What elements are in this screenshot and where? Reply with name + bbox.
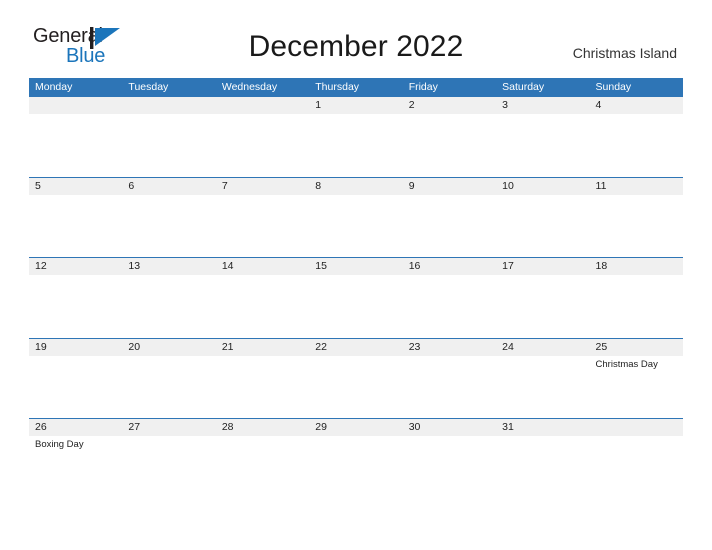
day-number: 20 bbox=[128, 340, 141, 353]
calendar-grid: Monday Tuesday Wednesday Thursday Friday… bbox=[29, 78, 683, 499]
calendar-day-cell[interactable]: 26 Boxing Day bbox=[29, 419, 122, 499]
calendar-day-cell[interactable]: 22 bbox=[309, 339, 402, 419]
day-number: 4 bbox=[595, 99, 602, 111]
calendar-day-cell[interactable]: 13 bbox=[122, 258, 215, 338]
calendar-day-cell[interactable]: 27 bbox=[122, 419, 215, 499]
calendar-day-cell[interactable]: 15 bbox=[309, 258, 402, 338]
calendar-day-cell[interactable] bbox=[216, 97, 309, 177]
calendar-day-cell[interactable]: 1 bbox=[309, 97, 402, 177]
calendar-page: General Blue December 2022 Christmas Isl… bbox=[0, 0, 712, 550]
day-number: 14 bbox=[221, 260, 234, 272]
calendar-week-row: 12 13 14 15 16 17 18 bbox=[29, 257, 683, 338]
calendar-day-cell[interactable]: 17 bbox=[496, 258, 589, 338]
calendar-week-row: 5 6 7 8 9 10 11 bbox=[29, 176, 683, 258]
calendar-week-row: 1 2 3 4 bbox=[29, 96, 683, 177]
calendar-week-row: 26 Boxing Day 27 28 29 30 31 bbox=[29, 418, 683, 499]
day-number: 6 bbox=[128, 179, 135, 192]
day-number: 1 bbox=[315, 99, 322, 111]
day-event-label: Boxing Day bbox=[35, 439, 84, 450]
weekday-header-sunday: Sunday bbox=[595, 81, 632, 93]
weekday-header-thursday: Thursday bbox=[315, 81, 360, 93]
day-number: 15 bbox=[315, 260, 327, 272]
week-days: 5 6 7 8 9 10 11 bbox=[29, 178, 683, 258]
day-number: 19 bbox=[35, 340, 47, 353]
week-days: 26 Boxing Day 27 28 29 30 31 bbox=[29, 419, 683, 499]
page-header: General Blue December 2022 Christmas Isl… bbox=[0, 0, 712, 66]
day-number: 21 bbox=[221, 340, 234, 353]
day-number: 25 bbox=[595, 340, 608, 353]
calendar-day-cell[interactable]: 24 bbox=[496, 339, 589, 419]
day-number: 23 bbox=[408, 340, 421, 353]
day-number: 28 bbox=[221, 421, 234, 433]
calendar-day-cell[interactable]: 3 bbox=[496, 97, 589, 177]
day-number: 18 bbox=[595, 260, 608, 272]
week-days: 19 20 21 22 23 24 25 Christmas Day bbox=[29, 339, 683, 419]
day-number: 8 bbox=[315, 179, 322, 192]
calendar-day-cell[interactable]: 28 bbox=[216, 419, 309, 499]
weekday-header-monday: Monday bbox=[35, 81, 73, 93]
day-number: 5 bbox=[35, 179, 41, 192]
calendar-day-cell[interactable]: 29 bbox=[309, 419, 402, 499]
weekday-header-saturday: Saturday bbox=[502, 81, 545, 93]
week-days: 1 2 3 4 bbox=[29, 97, 683, 177]
day-number: 26 bbox=[35, 421, 47, 433]
weekday-header-tuesday: Tuesday bbox=[128, 81, 169, 93]
day-number: 16 bbox=[408, 260, 421, 272]
calendar-day-cell[interactable]: 7 bbox=[216, 178, 309, 258]
day-number: 30 bbox=[408, 421, 421, 433]
location-label: Christmas Island bbox=[572, 45, 677, 61]
calendar-day-cell[interactable]: 6 bbox=[122, 178, 215, 258]
calendar-day-cell[interactable]: 10 bbox=[496, 178, 589, 258]
calendar-day-cell[interactable]: 12 bbox=[29, 258, 122, 338]
calendar-day-cell[interactable]: 18 bbox=[590, 258, 683, 338]
calendar-day-cell[interactable]: 16 bbox=[403, 258, 496, 338]
day-number bbox=[596, 421, 683, 435]
day-number: 10 bbox=[502, 179, 514, 192]
day-number: 17 bbox=[502, 260, 514, 272]
calendar-day-cell[interactable]: 30 bbox=[403, 419, 496, 499]
calendar-day-cell[interactable]: 8 bbox=[309, 178, 402, 258]
day-number: 13 bbox=[128, 260, 141, 272]
day-number: 27 bbox=[128, 421, 141, 433]
day-number bbox=[35, 99, 122, 113]
weekday-header-row: Monday Tuesday Wednesday Thursday Friday… bbox=[29, 78, 683, 96]
calendar-week-row: 19 20 21 22 23 24 25 Christmas Day bbox=[29, 337, 683, 419]
day-number: 24 bbox=[502, 340, 514, 353]
calendar-day-cell[interactable]: 23 bbox=[403, 339, 496, 419]
weekday-header-wednesday: Wednesday bbox=[221, 81, 278, 93]
day-number: 2 bbox=[408, 99, 415, 111]
week-days: 12 13 14 15 16 17 18 bbox=[29, 258, 683, 338]
day-number: 12 bbox=[35, 260, 47, 272]
weekday-header-friday: Friday bbox=[408, 81, 438, 93]
calendar-day-cell[interactable]: 14 bbox=[216, 258, 309, 338]
calendar-day-cell[interactable]: 5 bbox=[29, 178, 122, 258]
day-number bbox=[128, 99, 215, 113]
day-event-label: Christmas Day bbox=[595, 358, 658, 370]
calendar-day-cell[interactable] bbox=[590, 419, 683, 499]
calendar-day-cell[interactable]: 9 bbox=[403, 178, 496, 258]
day-number: 9 bbox=[408, 179, 415, 192]
day-number: 31 bbox=[502, 421, 514, 433]
calendar-day-cell[interactable]: 31 bbox=[496, 419, 589, 499]
day-number bbox=[222, 99, 309, 113]
calendar-day-cell[interactable] bbox=[29, 97, 122, 177]
calendar-day-cell[interactable]: 21 bbox=[216, 339, 309, 419]
calendar-day-cell[interactable]: 11 bbox=[590, 178, 683, 258]
calendar-day-cell[interactable]: 2 bbox=[403, 97, 496, 177]
calendar-day-cell[interactable]: 19 bbox=[29, 339, 122, 419]
calendar-day-cell[interactable]: 20 bbox=[122, 339, 215, 419]
calendar-day-cell[interactable] bbox=[122, 97, 215, 177]
calendar-day-cell[interactable]: 25 Christmas Day bbox=[590, 339, 683, 419]
day-number: 7 bbox=[221, 179, 228, 192]
day-number: 29 bbox=[315, 421, 327, 433]
day-number: 3 bbox=[502, 99, 508, 111]
calendar-day-cell[interactable]: 4 bbox=[590, 97, 683, 177]
day-number: 11 bbox=[595, 179, 607, 192]
day-number: 22 bbox=[315, 340, 327, 353]
